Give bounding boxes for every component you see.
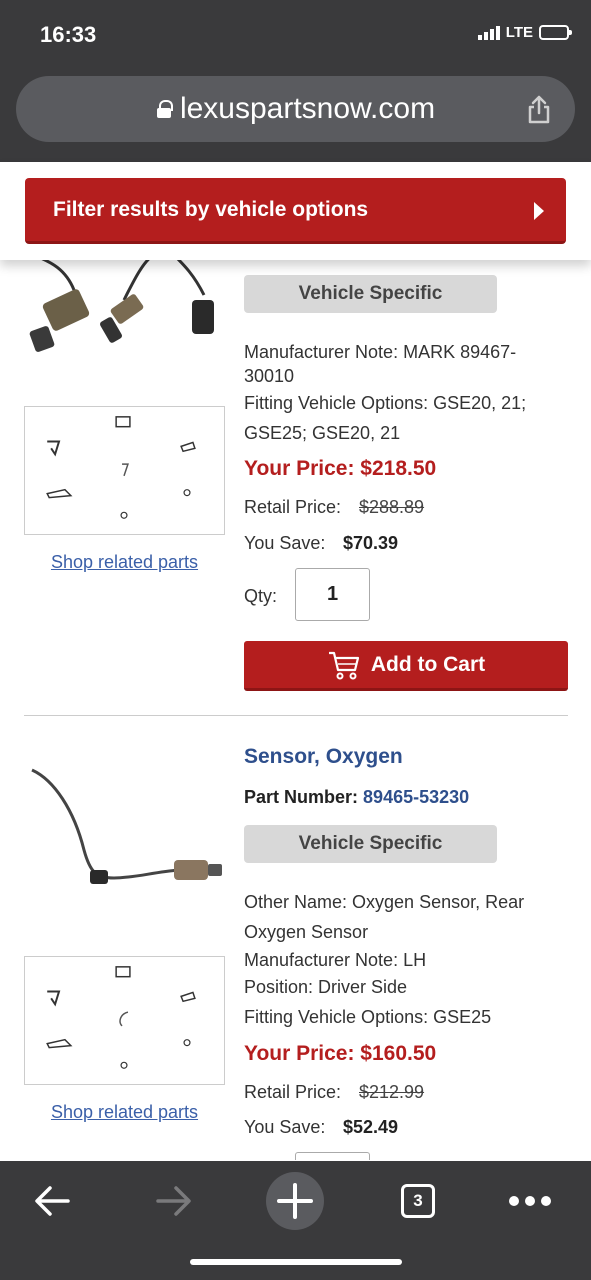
vehicle-specific-badge: Vehicle Specific bbox=[244, 825, 497, 863]
network-type: LTE bbox=[505, 24, 533, 41]
more-menu-button[interactable] bbox=[500, 1171, 560, 1231]
your-price: Your Price: $160.50 bbox=[244, 1042, 437, 1065]
new-tab-icon bbox=[266, 1172, 324, 1230]
retail-price-label: Retail Price: bbox=[244, 1082, 342, 1102]
forward-icon bbox=[156, 1186, 191, 1216]
url-text: lexuspartsnow.com bbox=[179, 92, 436, 125]
status-bar: 16:33 LTE bbox=[0, 0, 591, 66]
you-save-label: You Save: bbox=[244, 533, 326, 553]
you-save-value: $52.49 bbox=[343, 1117, 399, 1137]
back-icon bbox=[35, 1186, 70, 1216]
you-save-label: You Save: bbox=[244, 1117, 326, 1137]
product-note: Fitting Vehicle Options: GSE25 bbox=[244, 1007, 492, 1027]
product-image bbox=[29, 260, 214, 352]
product-image bbox=[31, 768, 222, 884]
back-button[interactable] bbox=[22, 1171, 82, 1231]
add-to-cart-label: Add to Cart bbox=[370, 652, 486, 676]
shop-related-parts-link[interactable]: Shop related parts bbox=[24, 552, 225, 573]
status-network: LTE bbox=[477, 24, 572, 41]
part-number: Part Number: 89465-53230 bbox=[244, 787, 469, 808]
shop-related-parts-link[interactable]: Shop related parts bbox=[24, 1102, 225, 1123]
filter-bar: Filter results by vehicle options bbox=[0, 162, 591, 260]
browser-url-bar: lexuspartsnow.com bbox=[0, 66, 591, 162]
filter-label: Filter results by vehicle options bbox=[53, 197, 369, 221]
product-note: Manufacturer Note: LH bbox=[244, 950, 427, 970]
product-list: Vehicle Specific Manufacturer Note: MARK… bbox=[0, 260, 591, 1160]
tabs-button[interactable]: 3 bbox=[388, 1171, 448, 1231]
product-note: Position: Driver Side bbox=[244, 977, 408, 997]
product-note: GSE25; GSE20, 21 bbox=[244, 423, 401, 443]
product-note: Manufacturer Note: MARK 89467- bbox=[244, 342, 517, 362]
part-number-value[interactable]: 89465-53230 bbox=[363, 787, 469, 807]
parts-diagram-icon bbox=[46, 966, 196, 1069]
lock-icon bbox=[156, 100, 173, 118]
product-note: 30010 bbox=[244, 366, 295, 386]
battery-icon bbox=[539, 25, 572, 40]
you-save-value: $70.39 bbox=[343, 533, 399, 553]
diagram-thumbnail[interactable] bbox=[24, 956, 225, 1085]
status-time: 16:33 bbox=[40, 22, 97, 47]
diagram-thumbnail[interactable] bbox=[24, 406, 225, 535]
tabs-icon: 3 bbox=[401, 1184, 435, 1218]
vehicle-specific-badge: Vehicle Specific bbox=[244, 275, 497, 313]
parts-diagram-icon bbox=[46, 416, 196, 519]
filter-vehicle-options-button[interactable]: Filter results by vehicle options bbox=[25, 178, 566, 244]
retail-price-value: $288.89 bbox=[359, 497, 425, 517]
quantity-input[interactable] bbox=[295, 1152, 370, 1160]
chevron-right-icon bbox=[534, 202, 544, 220]
home-indicator[interactable] bbox=[190, 1259, 402, 1265]
product-note: Other Name: Oxygen Sensor, Rear bbox=[244, 892, 525, 912]
forward-button[interactable] bbox=[144, 1171, 204, 1231]
quantity-input[interactable]: 1 bbox=[295, 568, 370, 621]
more-icon bbox=[509, 1196, 551, 1206]
product-note: Oxygen Sensor bbox=[244, 922, 369, 942]
part-number-label: Part Number: bbox=[244, 787, 359, 807]
qty-label: Qty: bbox=[244, 586, 278, 606]
retail-price-value: $212.99 bbox=[359, 1082, 425, 1102]
product-note: Fitting Vehicle Options: GSE20, 21; bbox=[244, 393, 527, 413]
cart-icon bbox=[328, 651, 359, 679]
product-divider bbox=[24, 715, 568, 716]
signal-icon bbox=[477, 25, 500, 40]
retail-price-label: Retail Price: bbox=[244, 497, 342, 517]
your-price: Your Price: $218.50 bbox=[244, 457, 437, 480]
product-title-link[interactable]: Sensor, Oxygen bbox=[244, 745, 403, 769]
share-icon[interactable] bbox=[525, 94, 553, 124]
new-tab-button[interactable] bbox=[265, 1171, 325, 1231]
address-field[interactable]: lexuspartsnow.com bbox=[16, 76, 575, 142]
add-to-cart-button[interactable]: Add to Cart bbox=[244, 641, 568, 691]
